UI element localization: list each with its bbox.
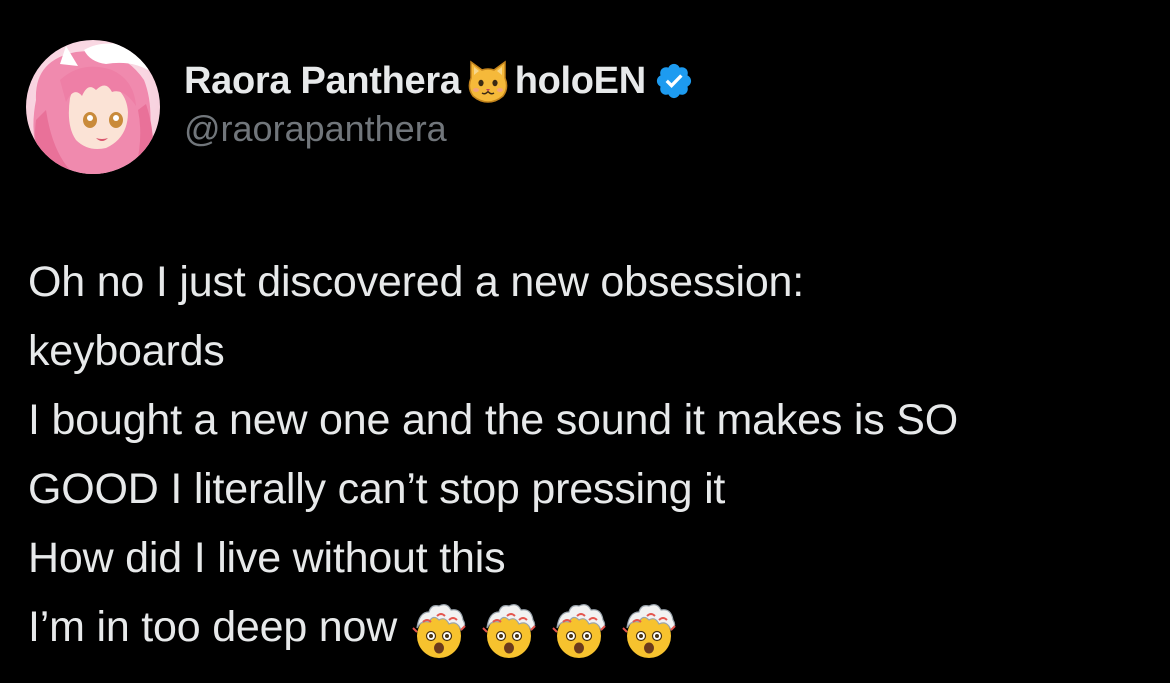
author-handle[interactable]: @raorapanthera [184, 108, 694, 150]
tweet-header: Raora Panthera holoEN @raorapanthera [184, 56, 694, 149]
tweet-text-last-line: I’m in too deep now [28, 593, 1158, 662]
author-name-suffix[interactable]: holoEN [515, 60, 646, 103]
tweet-text-line: I bought a new one and the sound it make… [28, 396, 959, 444]
tweet-text: Oh no I just discovered a new obsession:… [28, 248, 1158, 662]
tweet-text-line: Oh no I just discovered a new obsession: [28, 258, 804, 306]
exploding-head-emoji [547, 598, 611, 662]
tweet-text-line: GOOD I literally can’t stop pressing it [28, 465, 726, 513]
cat-face-icon [465, 58, 511, 104]
avatar[interactable] [26, 40, 160, 174]
tweet-card: Raora Panthera holoEN @raorapanthera Oh … [0, 0, 1170, 674]
tweet-text-line: How did I live without this [28, 534, 506, 582]
emoji-group [407, 598, 681, 662]
avatar-image [26, 40, 160, 174]
author-display-name[interactable]: Raora Panthera [184, 60, 461, 103]
verified-badge-icon[interactable] [654, 61, 694, 101]
exploding-head-emoji [617, 598, 681, 662]
exploding-head-emoji [477, 598, 541, 662]
tweet-text-line: I’m in too deep now [28, 603, 398, 651]
tweet-text-line: keyboards [28, 327, 225, 375]
author-name-row[interactable]: Raora Panthera holoEN [184, 56, 694, 106]
exploding-head-emoji [407, 598, 471, 662]
